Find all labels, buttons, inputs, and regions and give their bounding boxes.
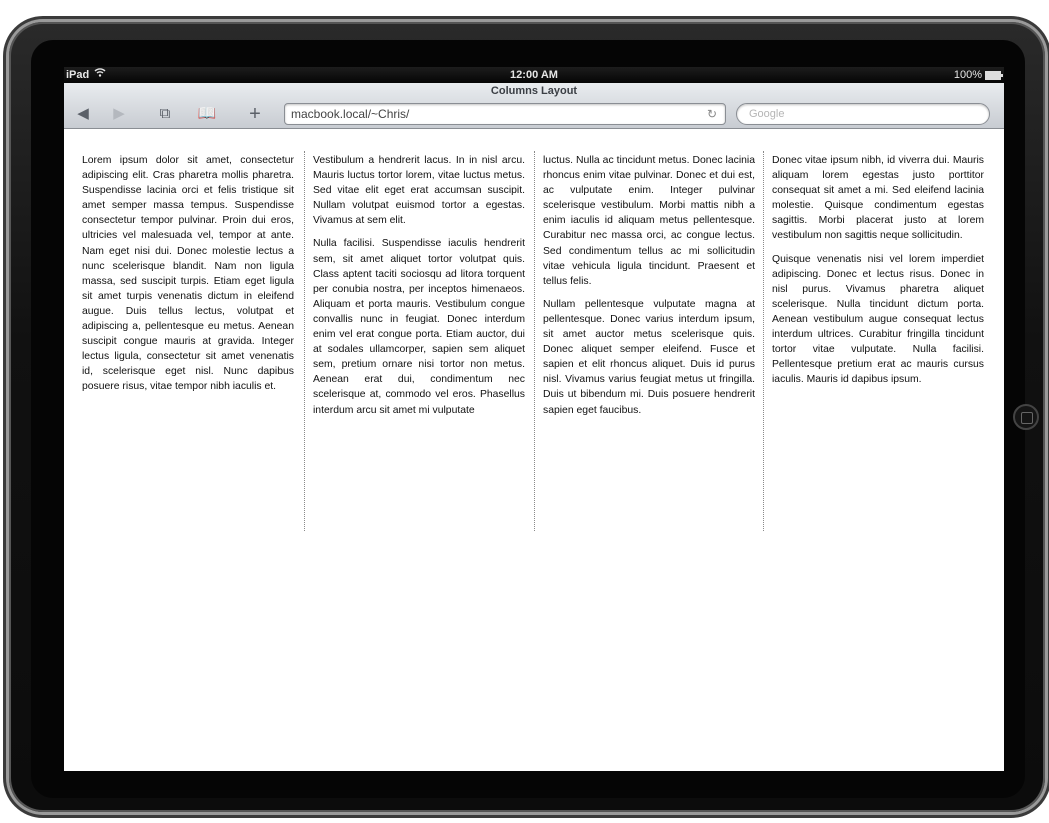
- text-column-4: Donec vitae ipsum nibh, id viverra dui. …: [772, 153, 984, 533]
- column-rule: [304, 151, 305, 531]
- paragraph: Vestibulum a hendrerit lacus. In in nisl…: [313, 155, 525, 227]
- status-bar: iPad 12:00 AM 100%: [64, 67, 1004, 83]
- reload-icon[interactable]: ↻: [707, 104, 717, 124]
- paragraph: luctus. Nulla ac tincidunt metus. Donec …: [543, 155, 755, 287]
- add-bookmark-icon[interactable]: +: [244, 104, 266, 124]
- page-content: Lorem ipsum dolor sit amet, consectetur …: [64, 147, 1004, 771]
- forward-arrow-icon[interactable]: ▶: [108, 105, 130, 123]
- home-button[interactable]: [1013, 404, 1039, 430]
- paragraph: Quisque venenatis nisi vel lorem imperdi…: [772, 253, 984, 386]
- battery-percent: 100%: [953, 69, 982, 81]
- screen: iPad 12:00 AM 100% Columns Layout ◀ ▶ ⧉ …: [64, 67, 1004, 771]
- safari-toolbar: Columns Layout ◀ ▶ ⧉ 📖 + macbook.local/~…: [64, 83, 1004, 129]
- battery-full-icon: [985, 71, 1003, 80]
- column-rule: [763, 151, 764, 531]
- pages-icon[interactable]: ⧉: [154, 105, 176, 123]
- paragraph: Lorem ipsum dolor sit amet, consectetur …: [82, 155, 294, 393]
- text-column-1: Lorem ipsum dolor sit amet, consectetur …: [82, 153, 294, 533]
- paragraph: Nulla facilisi. Suspendisse iaculis hend…: [313, 238, 525, 416]
- text-column-2: Vestibulum a hendrerit lacus. In in nisl…: [313, 153, 525, 533]
- paragraph: Donec vitae ipsum nibh, id viverra dui. …: [772, 155, 984, 242]
- bookmarks-icon[interactable]: 📖: [196, 105, 218, 123]
- paragraph: Nullam pellentesque vulputate magna at p…: [543, 298, 755, 416]
- url-text: macbook.local/~Chris/: [291, 107, 410, 121]
- search-input[interactable]: Google: [736, 103, 990, 125]
- text-column-3: luctus. Nulla ac tincidunt metus. Donec …: [543, 153, 755, 533]
- search-placeholder: Google: [749, 108, 785, 120]
- address-bar[interactable]: macbook.local/~Chris/ ↻: [284, 103, 726, 125]
- column-rule: [534, 151, 535, 531]
- clock: 12:00 AM: [510, 69, 558, 81]
- page-title: Columns Layout: [490, 85, 578, 97]
- back-arrow-icon[interactable]: ◀: [72, 105, 94, 123]
